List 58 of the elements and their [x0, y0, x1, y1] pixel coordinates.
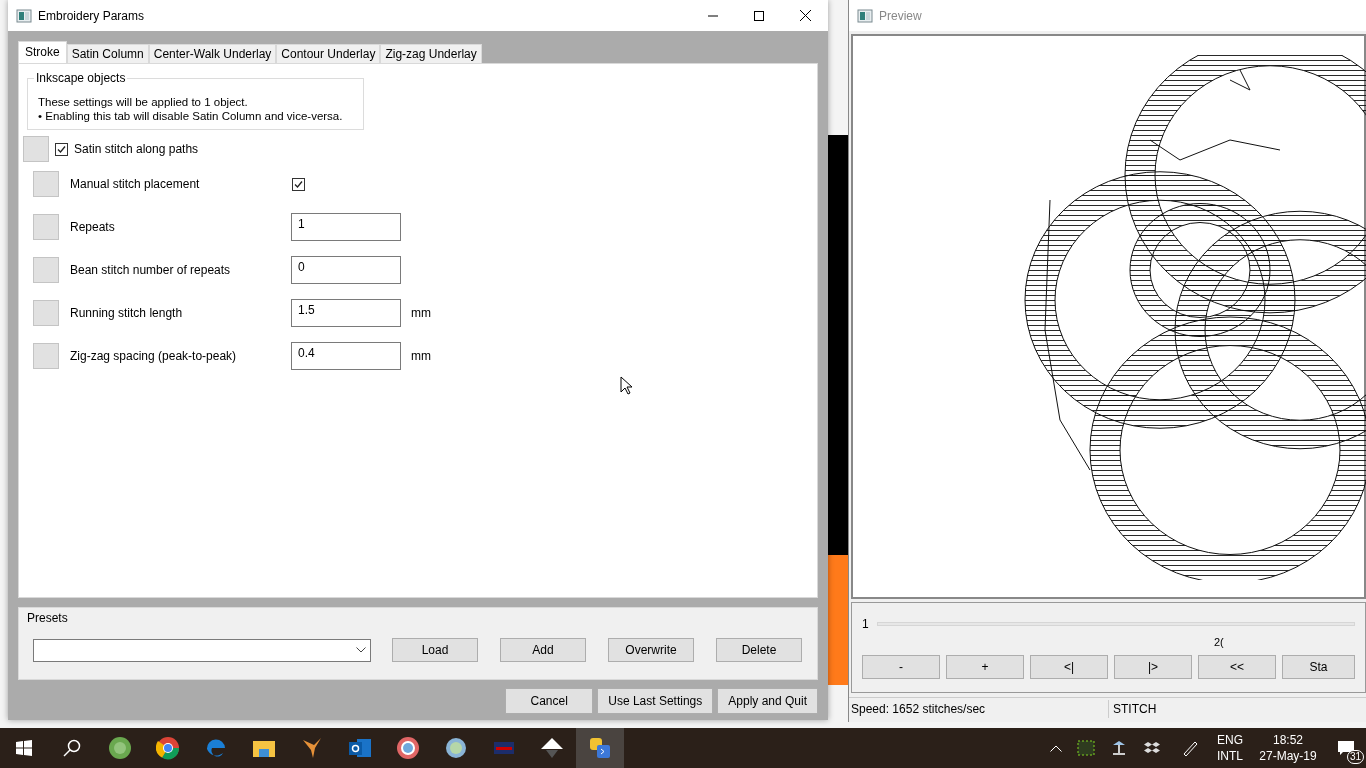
tab[interactable]: Zig-zag Underlay — [380, 44, 482, 63]
info-text: These settings will be applied to 1 object. — [38, 95, 249, 109]
tab[interactable]: Center-Walk Underlay — [148, 44, 277, 63]
param-toggle[interactable] — [33, 171, 59, 197]
button[interactable]: Use Last Settings — [597, 688, 714, 714]
param-toggle[interactable] — [33, 257, 59, 283]
param-toggle[interactable] — [23, 136, 49, 162]
tab[interactable]: Stroke — [18, 41, 67, 63]
number-field[interactable]: 0.4 — [291, 342, 401, 370]
language-indicator[interactable]: ENG INTL — [1210, 732, 1250, 764]
button[interactable]: Cancel — [505, 688, 594, 714]
checkbox[interactable] — [292, 177, 305, 191]
group-title: Inkscape objects — [34, 71, 128, 85]
number-field[interactable]: 1 — [291, 213, 401, 241]
clock[interactable]: 18:52 27-May-19 — [1250, 732, 1326, 764]
param-label: Running stitch length — [70, 305, 184, 322]
number-field[interactable]: 0 — [291, 256, 401, 284]
info-text: • Enabling this tab will disable Satin Column and vice-versa. — [38, 109, 344, 123]
stitch-counter: 1 — [862, 616, 869, 633]
param-label: Manual stitch placement — [70, 176, 201, 193]
param-label: Zig-zag spacing (peak-to-peak) — [70, 348, 238, 365]
button[interactable]: << — [1198, 655, 1276, 679]
tab[interactable]: Satin Column — [66, 44, 149, 63]
app-icon — [857, 7, 873, 24]
number-field[interactable]: 1.5 — [291, 299, 401, 327]
param-toggle[interactable] — [33, 214, 59, 240]
button[interactable]: Load — [392, 638, 478, 662]
button[interactable]: Delete — [716, 638, 802, 662]
button[interactable]: + — [946, 655, 1024, 679]
app-icon — [16, 7, 32, 24]
stitch-readout: 2( — [1214, 635, 1225, 649]
tab[interactable]: Contour Underlay — [276, 44, 381, 63]
checkbox[interactable] — [55, 142, 68, 156]
param-label: Repeats — [70, 219, 116, 236]
group-title: Presets — [27, 610, 68, 627]
window-title: Embroidery Params — [38, 7, 145, 25]
button[interactable]: Sta — [1282, 655, 1355, 679]
button[interactable]: |> — [1114, 655, 1192, 679]
window-title: Preview — [879, 7, 922, 25]
param-toggle[interactable] — [33, 343, 59, 369]
python-icon[interactable] — [576, 728, 624, 768]
mouse-pointer-icon — [620, 376, 633, 395]
preset-dropdown[interactable] — [33, 638, 371, 662]
unit-label: mm — [411, 348, 431, 365]
status-text: Speed: 1652 stitches/sec — [849, 699, 1109, 718]
unit-label: mm — [411, 305, 431, 322]
button[interactable]: Apply and Quit — [717, 688, 818, 714]
checkbox-label: Satin stitch along paths — [74, 141, 199, 158]
notification-count: 31 — [1346, 750, 1364, 764]
param-label: Bean stitch number of repeats — [70, 262, 232, 279]
notification-button[interactable]: 31 — [1326, 728, 1366, 768]
chevron-down-icon — [356, 647, 366, 653]
status-text: STITCH — [1112, 700, 1157, 718]
button[interactable]: Overwrite — [608, 638, 694, 662]
button[interactable]: - — [862, 655, 940, 679]
param-toggle[interactable] — [33, 300, 59, 326]
button[interactable]: Add — [500, 638, 586, 662]
button[interactable]: <| — [1030, 655, 1108, 679]
